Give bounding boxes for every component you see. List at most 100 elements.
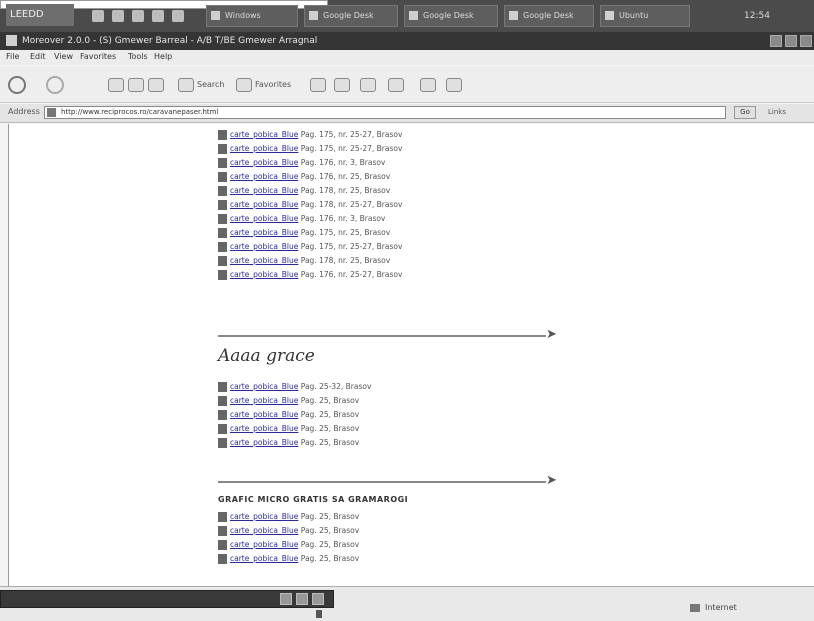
taskbar-button-label: Ubuntu bbox=[619, 11, 649, 20]
start-button[interactable]: LEEDD bbox=[6, 4, 74, 26]
item-text: Pag. 25, Brasov bbox=[300, 540, 360, 549]
favorites-icon[interactable] bbox=[236, 78, 252, 92]
address-input[interactable]: http://www.reciprocos.ro/caravanepaser.h… bbox=[44, 106, 726, 119]
item-link[interactable]: carte_pobica_Blue bbox=[230, 270, 298, 279]
quicklaunch-icon[interactable] bbox=[92, 10, 104, 22]
stop-icon[interactable] bbox=[108, 78, 124, 92]
edit-icon[interactable] bbox=[388, 78, 404, 92]
window-icon bbox=[509, 11, 518, 20]
home-icon[interactable] bbox=[148, 78, 164, 92]
close-button[interactable] bbox=[800, 35, 812, 47]
list-item: carte_pobica_Blue Pag. 175, nr. 25, Bras… bbox=[218, 226, 618, 240]
list-item: carte_pobica_Blue Pag. 176, nr. 3, Braso… bbox=[218, 212, 618, 226]
item-text: Pag. 176, nr. 25, Brasov bbox=[300, 172, 391, 181]
item-link[interactable]: carte_pobica_Blue bbox=[230, 410, 298, 419]
list-item: carte_pobica_Blue Pag. 176, nr. 25, Bras… bbox=[218, 170, 618, 184]
list-item: carte_pobica_Blue Pag. 25, Brasov bbox=[218, 538, 618, 552]
window-icon bbox=[605, 11, 614, 20]
item-link[interactable]: carte_pobica_Blue bbox=[230, 158, 298, 167]
maximize-button[interactable] bbox=[785, 35, 797, 47]
list-item: carte_pobica_Blue Pag. 175, nr. 25-27, B… bbox=[218, 240, 618, 254]
list-item: carte_pobica_Blue Pag. 176, nr. 3, Braso… bbox=[218, 156, 618, 170]
document-icon bbox=[218, 396, 227, 406]
search-icon[interactable] bbox=[178, 78, 194, 92]
messenger-icon[interactable] bbox=[446, 78, 462, 92]
item-link[interactable]: carte_pobica_Blue bbox=[230, 172, 298, 181]
list-item: carte_pobica_Blue Pag. 25-32, Brasov bbox=[218, 380, 618, 394]
forward-icon[interactable] bbox=[46, 76, 64, 94]
list-item: carte_pobica_Blue Pag. 25, Brasov bbox=[218, 552, 618, 566]
document-icon bbox=[218, 438, 227, 448]
item-link[interactable]: carte_pobica_Blue bbox=[230, 554, 298, 563]
taskbar-button[interactable]: Ubuntu bbox=[600, 5, 690, 27]
list-item: carte_pobica_Blue Pag. 25, Brasov bbox=[218, 422, 618, 436]
item-link[interactable]: carte_pobica_Blue bbox=[230, 214, 298, 223]
status-zone: Internet bbox=[705, 603, 737, 612]
item-link[interactable]: carte_pobica_Blue bbox=[230, 228, 298, 237]
item-link[interactable]: carte_pobica_Blue bbox=[230, 382, 298, 391]
list-section-2: carte_pobica_Blue Pag. 25-32, Brasov car… bbox=[218, 380, 618, 450]
mail-icon[interactable] bbox=[334, 78, 350, 92]
menu-favorites[interactable]: Favorites bbox=[80, 52, 116, 61]
item-link[interactable]: carte_pobica_Blue bbox=[230, 438, 298, 447]
go-button[interactable]: Go bbox=[734, 106, 756, 119]
links-button[interactable]: Links bbox=[768, 106, 808, 119]
document-icon bbox=[218, 424, 227, 434]
taskbar-button[interactable]: Google Desk bbox=[404, 5, 498, 27]
taskbar-button-label: Windows bbox=[225, 11, 261, 20]
menu-edit[interactable]: Edit bbox=[30, 52, 46, 61]
refresh-icon[interactable] bbox=[128, 78, 144, 92]
print-icon[interactable] bbox=[360, 78, 376, 92]
item-text: Pag. 25, Brasov bbox=[300, 438, 360, 447]
section-heading: Aaaa grace bbox=[218, 346, 315, 366]
cursor-icon bbox=[316, 610, 322, 618]
menu-tools[interactable]: Tools bbox=[128, 52, 148, 61]
quicklaunch-icon[interactable] bbox=[132, 10, 144, 22]
minimize-button[interactable] bbox=[280, 593, 292, 605]
taskbar-button[interactable]: Windows bbox=[206, 5, 298, 27]
quicklaunch-icon[interactable] bbox=[112, 10, 124, 22]
list-item: carte_pobica_Blue Pag. 175, nr. 25-27, B… bbox=[218, 142, 618, 156]
item-link[interactable]: carte_pobica_Blue bbox=[230, 242, 298, 251]
item-link[interactable]: carte_pobica_Blue bbox=[230, 396, 298, 405]
list-item: carte_pobica_Blue Pag. 25, Brasov bbox=[218, 436, 618, 450]
document-icon bbox=[218, 256, 227, 266]
menu-file[interactable]: File bbox=[6, 52, 19, 61]
menu-view[interactable]: View bbox=[54, 52, 73, 61]
list-section-3: carte_pobica_Blue Pag. 25, Brasov carte_… bbox=[218, 510, 618, 566]
discuss-icon[interactable] bbox=[420, 78, 436, 92]
quicklaunch-icon[interactable] bbox=[172, 10, 184, 22]
back-icon[interactable] bbox=[8, 76, 26, 94]
list-item: carte_pobica_Blue Pag. 178, nr. 25-27, B… bbox=[218, 198, 618, 212]
taskbar-button[interactable]: Google Desk bbox=[304, 5, 398, 27]
menu-bar bbox=[0, 50, 814, 65]
menu-help[interactable]: Help bbox=[154, 52, 172, 61]
item-link[interactable]: carte_pobica_Blue bbox=[230, 424, 298, 433]
taskbar-clock: 12:54 bbox=[744, 11, 770, 21]
favorites-label[interactable]: Favorites bbox=[255, 80, 291, 89]
item-link[interactable]: carte_pobica_Blue bbox=[230, 512, 298, 521]
window-icon bbox=[309, 11, 318, 20]
item-text: Pag. 175, nr. 25-27, Brasov bbox=[300, 144, 403, 153]
search-label[interactable]: Search bbox=[197, 80, 224, 89]
taskbar-button[interactable]: Google Desk bbox=[504, 5, 594, 27]
close-button[interactable] bbox=[312, 593, 324, 605]
item-text: Pag. 175, nr. 25-27, Brasov bbox=[300, 130, 403, 139]
list-item: carte_pobica_Blue Pag. 175, nr. 25-27, B… bbox=[218, 128, 618, 142]
item-link[interactable]: carte_pobica_Blue bbox=[230, 256, 298, 265]
item-text: Pag. 25, Brasov bbox=[300, 554, 360, 563]
history-icon[interactable] bbox=[310, 78, 326, 92]
browser-icon bbox=[6, 35, 17, 46]
list-item: carte_pobica_Blue Pag. 25, Brasov bbox=[218, 394, 618, 408]
item-link[interactable]: carte_pobica_Blue bbox=[230, 526, 298, 535]
item-link[interactable]: carte_pobica_Blue bbox=[230, 186, 298, 195]
quicklaunch-icon[interactable] bbox=[152, 10, 164, 22]
item-link[interactable]: carte_pobica_Blue bbox=[230, 144, 298, 153]
minimize-button[interactable] bbox=[770, 35, 782, 47]
list-item: carte_pobica_Blue Pag. 178, nr. 25, Bras… bbox=[218, 254, 618, 268]
taskbar-button-label: Google Desk bbox=[523, 11, 574, 20]
item-link[interactable]: carte_pobica_Blue bbox=[230, 200, 298, 209]
maximize-button[interactable] bbox=[296, 593, 308, 605]
item-link[interactable]: carte_pobica_Blue bbox=[230, 540, 298, 549]
item-link[interactable]: carte_pobica_Blue bbox=[230, 130, 298, 139]
